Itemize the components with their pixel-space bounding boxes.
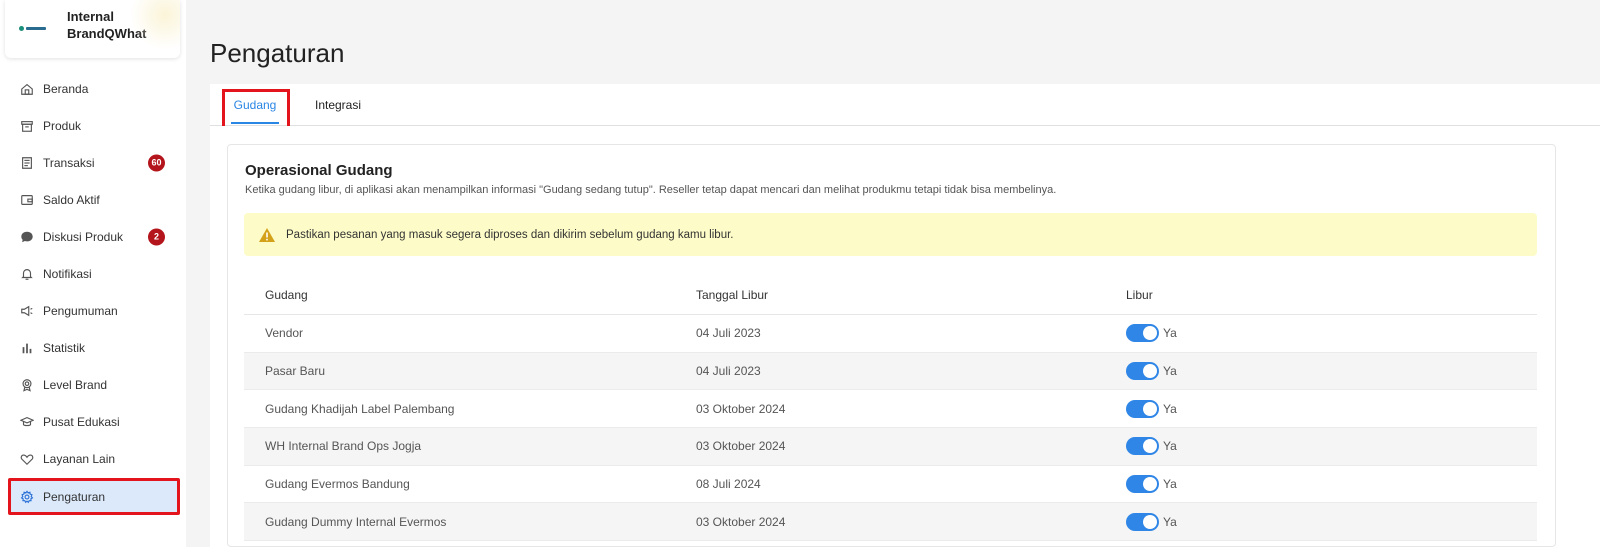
sidebar-item-transaksi[interactable]: Transaksi 60 (8, 144, 180, 181)
main-content: Pengaturan Gudang Integrasi Operasional … (186, 0, 1600, 547)
cell-gudang: Gudang Dummy Internal Evermos (265, 514, 447, 529)
sidebar-item-pusat-edukasi[interactable]: Pusat Edukasi (8, 404, 180, 441)
cell-libur: Ya (1105, 399, 1537, 418)
sidebar-item-label: Beranda (43, 81, 89, 96)
sidebar-item-produk[interactable]: Produk (8, 107, 180, 144)
diskusi-count-badge: 2 (148, 228, 165, 246)
cell-libur: Ya (1105, 324, 1537, 343)
bar-chart-icon (20, 341, 34, 355)
libur-toggle[interactable] (1126, 362, 1159, 381)
table-row: Gudang Dummy Internal Evermos 03 Oktober… (244, 503, 1537, 542)
libur-toggle[interactable] (1126, 475, 1159, 494)
page-title: Pengaturan (210, 38, 345, 68)
table-row: Gudang Evermos Bandung 08 Juli 2024 Ya (244, 466, 1537, 504)
tab-integrasi[interactable]: Integrasi (308, 84, 368, 126)
table-row: Pasar Baru 04 Juli 2023 Ya (244, 352, 1537, 391)
toggle-label: Ya (1163, 401, 1177, 416)
cell-gudang: Vendor (265, 326, 304, 341)
libur-toggle[interactable] (1126, 437, 1159, 456)
card-title: Operasional Gudang (245, 162, 393, 179)
handshake-icon (20, 452, 34, 466)
table-row: Gudang Khadijah Label Palembang 03 Oktob… (244, 390, 1537, 429)
chat-icon (20, 230, 34, 244)
cell-tanggal-libur: 04 Juli 2023 (696, 326, 761, 341)
toggle-label: Ya (1163, 439, 1177, 454)
sidebar-item-level-brand[interactable]: Level Brand (8, 367, 180, 404)
libur-toggle[interactable] (1126, 512, 1159, 531)
home-icon (20, 82, 34, 96)
receipt-icon (20, 156, 34, 170)
sidebar-item-pengumuman[interactable]: Pengumuman (8, 293, 180, 330)
sidebar-item-diskusi-produk[interactable]: Diskusi Produk 2 (8, 218, 180, 255)
sidebar-item-statistik[interactable]: Statistik (8, 330, 180, 367)
cell-libur: Ya (1105, 362, 1537, 381)
sidebar-item-label: Diskusi Produk (43, 229, 124, 244)
cell-tanggal-libur: 08 Juli 2024 (696, 477, 761, 492)
medal-icon (20, 378, 34, 392)
table-row: WH Internal Brand Ops Jogja 03 Oktober 2… (244, 428, 1537, 466)
sidebar-item-label: Statistik (43, 341, 86, 356)
toggle-label: Ya (1163, 326, 1177, 341)
sidebar-item-label: Pengumuman (43, 304, 118, 319)
tab-integrasi-label: Integrasi (314, 98, 362, 112)
cell-libur: Ya (1105, 475, 1537, 494)
column-header-tanggal-libur: Tanggal Libur (696, 287, 769, 302)
cell-gudang: Gudang Evermos Bandung (265, 477, 410, 492)
sidebar-nav: Beranda Produk Transaksi 60 Saldo Aktif (8, 70, 180, 516)
megaphone-icon (20, 304, 34, 318)
tab-bar: Gudang Integrasi (210, 84, 1600, 134)
toggle-label: Ya (1163, 364, 1177, 379)
table-header: Gudang Tanggal Libur Libur (244, 275, 1537, 315)
box-icon (20, 119, 34, 133)
sidebar-item-label: Layanan Lain (43, 452, 116, 467)
cell-libur: Ya (1105, 437, 1537, 456)
graduation-cap-icon (20, 415, 34, 429)
cell-tanggal-libur: 03 Oktober 2024 (696, 514, 786, 529)
cell-tanggal-libur: 03 Oktober 2024 (696, 439, 786, 454)
brand-logo (19, 22, 49, 34)
alert-text: Pastikan pesanan yang masuk segera dipro… (286, 228, 734, 241)
cell-gudang: Pasar Baru (265, 364, 326, 379)
warning-icon (258, 227, 276, 243)
libur-toggle[interactable] (1126, 399, 1159, 418)
sidebar-item-pengaturan[interactable]: Pengaturan (8, 478, 180, 516)
cell-tanggal-libur: 04 Juli 2023 (696, 364, 761, 379)
cell-tanggal-libur: 03 Oktober 2024 (696, 401, 786, 416)
sidebar-item-label: Pengaturan (43, 489, 106, 504)
sidebar-item-label: Level Brand (43, 378, 108, 393)
gear-icon (20, 489, 34, 504)
sidebar-item-label: Transaksi (43, 155, 95, 170)
sidebar-item-layanan-lain[interactable]: Layanan Lain (8, 441, 180, 478)
brand-card[interactable]: Internal BrandQWhat (5, 0, 180, 58)
cell-gudang: Gudang Khadijah Label Palembang (265, 401, 455, 416)
sidebar-item-label: Pusat Edukasi (43, 415, 120, 430)
sidebar-item-label: Produk (43, 118, 82, 133)
sidebar-item-label: Saldo Aktif (43, 192, 100, 207)
cell-gudang: WH Internal Brand Ops Jogja (265, 439, 422, 454)
wallet-icon (20, 193, 34, 207)
sidebar-item-saldo-aktif[interactable]: Saldo Aktif (8, 181, 180, 218)
toggle-label: Ya (1163, 477, 1177, 492)
transaksi-count-badge: 60 (148, 154, 165, 172)
column-header-gudang: Gudang (265, 287, 308, 302)
brand-name: Internal BrandQWhat (67, 9, 147, 41)
cell-libur: Ya (1105, 512, 1537, 531)
sidebar-item-label: Notifikasi (43, 267, 92, 282)
warning-alert: Pastikan pesanan yang masuk segera dipro… (244, 213, 1537, 256)
gudang-table: Gudang Tanggal Libur Libur Vendor 04 Jul… (244, 275, 1537, 542)
table-row: Vendor 04 Juli 2023 Ya (244, 315, 1537, 353)
column-header-libur: Libur (1126, 287, 1153, 302)
sidebar-item-notifikasi[interactable]: Notifikasi (8, 255, 180, 292)
card-description: Ketika gudang libur, di aplikasi akan me… (245, 184, 1057, 196)
bell-icon (20, 267, 34, 281)
libur-toggle[interactable] (1126, 324, 1159, 343)
toggle-label: Ya (1163, 514, 1177, 529)
sidebar-item-beranda[interactable]: Beranda (8, 70, 180, 107)
sidebar: Internal BrandQWhat Beranda Produk Trans… (0, 0, 186, 547)
operasional-gudang-card: Operasional Gudang Ketika gudang libur, … (227, 144, 1556, 547)
